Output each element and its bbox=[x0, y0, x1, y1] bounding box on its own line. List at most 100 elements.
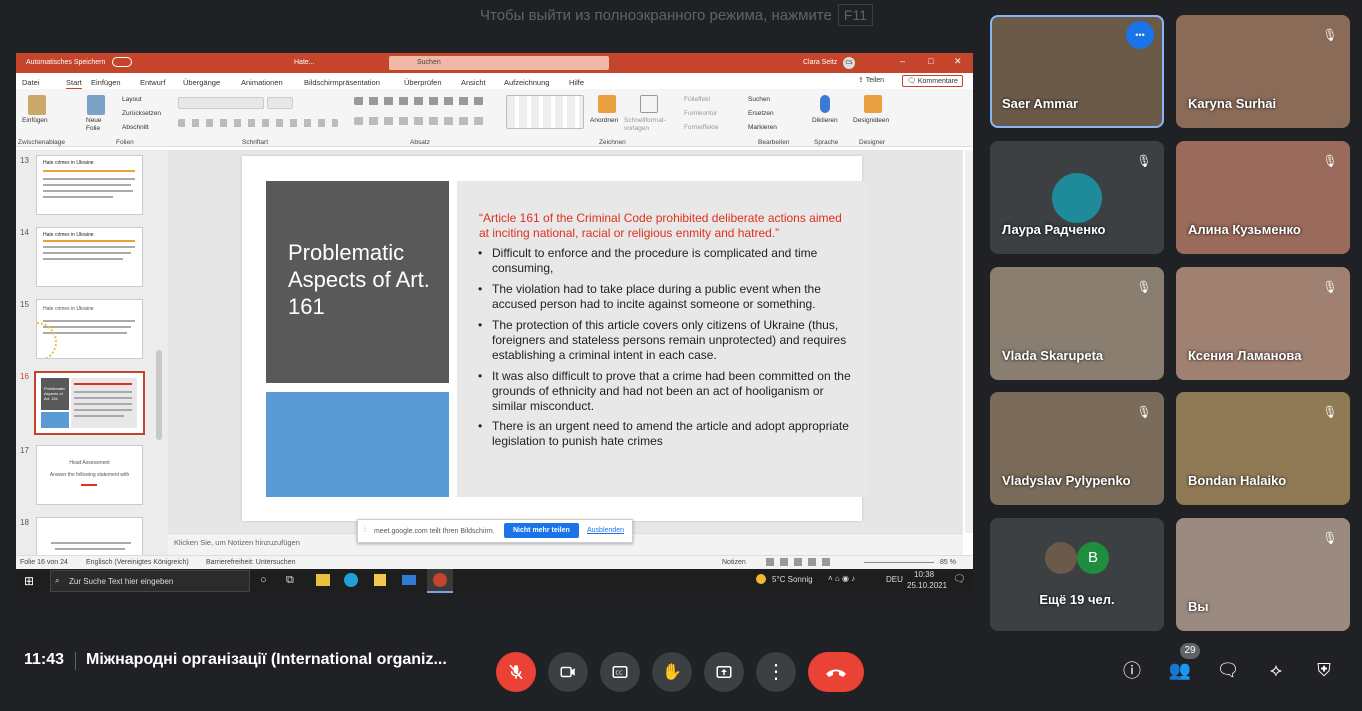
shape-fill-button[interactable]: Fülleffekt bbox=[684, 96, 710, 103]
thumbnail-slide-16[interactable]: Problematic Aspects of Art. 161 bbox=[34, 371, 145, 435]
language-status[interactable]: Englisch (Vereinigtes Königreich) bbox=[86, 559, 189, 566]
layout-button[interactable]: Layout bbox=[122, 96, 142, 103]
microphone-toggle[interactable] bbox=[496, 652, 536, 692]
close-icon[interactable]: ✕ bbox=[954, 56, 962, 67]
select-button[interactable]: Markieren bbox=[748, 124, 777, 131]
reset-button[interactable]: Zurücksetzen bbox=[122, 110, 161, 117]
slide-scrollbar[interactable] bbox=[965, 150, 973, 533]
thumbnail-slide-18[interactable] bbox=[36, 517, 143, 555]
design-ideas-button[interactable]: Designideen bbox=[853, 117, 889, 124]
clock-time[interactable]: 10:38 bbox=[914, 570, 934, 579]
zoom-level[interactable]: 85 % bbox=[940, 559, 956, 566]
meeting-title[interactable]: Міжнародні організації (International or… bbox=[86, 651, 447, 669]
participant-tile[interactable]: Vlada Skarupeta 🎙 bbox=[990, 267, 1164, 380]
more-options-icon[interactable]: ••• bbox=[1126, 21, 1154, 49]
tab-ansicht[interactable]: Ansicht bbox=[461, 78, 486, 87]
leave-call-button[interactable] bbox=[808, 652, 864, 692]
zoom-slider[interactable] bbox=[864, 562, 934, 563]
quick-styles-icon[interactable] bbox=[640, 95, 658, 113]
notifications-icon[interactable]: 🗨 bbox=[953, 574, 966, 585]
tab-entwurf[interactable]: Entwurf bbox=[140, 78, 165, 87]
thumbnail-slide-14[interactable]: Hate crimes in Ukraine bbox=[36, 227, 143, 287]
chat-button[interactable]: 🗨 bbox=[1214, 656, 1242, 684]
new-slide-button[interactable]: Neue Folie bbox=[86, 117, 110, 133]
present-button[interactable] bbox=[704, 652, 744, 692]
participant-tile[interactable]: B Ещё 19 чел. bbox=[990, 518, 1164, 631]
notes-toggle[interactable]: Notizen bbox=[722, 559, 746, 566]
taskbar-search[interactable]: ⌕ Zur Suche Text hier eingeben bbox=[50, 570, 250, 592]
tab-bildschirmpräsentation[interactable]: Bildschirmpräsentation bbox=[304, 78, 380, 87]
font-size-select[interactable] bbox=[267, 97, 293, 109]
participant-tile[interactable]: Vladyslav Pylypenko 🎙 bbox=[990, 392, 1164, 505]
file-explorer-icon[interactable] bbox=[316, 574, 330, 586]
tab-hilfe[interactable]: Hilfe bbox=[569, 78, 584, 87]
arrange-icon[interactable] bbox=[598, 95, 616, 113]
meeting-details-button[interactable]: ⓘ bbox=[1118, 656, 1146, 684]
tab-aufzeichnung[interactable]: Aufzeichnung bbox=[504, 78, 549, 87]
raise-hand-button[interactable]: ✋ bbox=[652, 652, 692, 692]
font-format-icons[interactable] bbox=[178, 119, 338, 127]
task-view-icon[interactable]: ⧉ bbox=[286, 574, 294, 587]
thumbnail-scrollbar[interactable] bbox=[156, 350, 162, 440]
edge-icon[interactable] bbox=[344, 573, 358, 587]
thumbnail-slide-17[interactable]: Head Assessment Answer the following stat… bbox=[36, 445, 143, 505]
weather-text[interactable]: 5°C Sonnig bbox=[772, 575, 813, 584]
shape-outline-button[interactable]: Formkontur bbox=[684, 110, 717, 117]
share-ppt-button[interactable]: ⇪ Teilen bbox=[858, 76, 884, 84]
thumbnail-slide-13[interactable]: Hate crimes in Ukraine bbox=[36, 155, 143, 215]
clock-date[interactable]: 25.10.2021 bbox=[907, 581, 947, 590]
view-buttons[interactable] bbox=[766, 558, 836, 566]
keyboard-language[interactable]: DEU bbox=[886, 575, 903, 584]
tab-animationen[interactable]: Animationen bbox=[241, 78, 283, 87]
activities-button[interactable]: ⟡ bbox=[1262, 656, 1290, 684]
paste-icon[interactable] bbox=[28, 95, 46, 115]
host-controls-button[interactable]: ⛨ bbox=[1310, 656, 1338, 684]
participant-tile[interactable]: Лаура Радченко 🎙 bbox=[990, 141, 1164, 254]
slide-title[interactable]: Problematic Aspects of Art. 161 bbox=[266, 181, 449, 383]
drag-handle-icon[interactable]: ⁞ bbox=[364, 527, 366, 534]
minimize-icon[interactable]: – bbox=[900, 56, 905, 66]
participant-tile[interactable]: Karyna Surhai 🎙 bbox=[1176, 15, 1350, 128]
new-slide-icon[interactable] bbox=[87, 95, 105, 115]
participant-tile[interactable]: Вы 🎙 bbox=[1176, 518, 1350, 631]
replace-button[interactable]: Ersetzen bbox=[748, 110, 774, 117]
tab-übergänge[interactable]: Übergänge bbox=[183, 78, 220, 87]
quick-styles-button[interactable]: Schnellformat-vorlagen bbox=[624, 117, 670, 133]
paragraph-icons[interactable] bbox=[354, 97, 484, 105]
mail-icon[interactable] bbox=[402, 575, 416, 585]
camera-toggle[interactable] bbox=[548, 652, 588, 692]
maximize-icon[interactable]: □ bbox=[928, 56, 933, 66]
windows-start-icon[interactable]: ⊞ bbox=[24, 574, 34, 588]
cortana-icon[interactable]: ○ bbox=[260, 574, 267, 586]
tab-einfügen[interactable]: Einfügen bbox=[91, 78, 121, 87]
participant-tile[interactable]: Ксения Ламанова 🎙 bbox=[1176, 267, 1350, 380]
hide-share-bar-link[interactable]: Ausblenden bbox=[587, 527, 624, 534]
shapes-gallery[interactable] bbox=[506, 95, 584, 129]
participant-tile[interactable]: Bondan Halaiko 🎙 bbox=[1176, 392, 1350, 505]
accessibility-status[interactable]: Barrierefreiheit: Untersuchen bbox=[206, 559, 296, 566]
align-icons[interactable] bbox=[354, 117, 484, 125]
paste-button[interactable]: Einfügen bbox=[22, 117, 48, 124]
tray-icons[interactable]: ˄ ⌂ ◉ ♪ bbox=[828, 574, 855, 583]
search-box[interactable]: Suchen bbox=[389, 56, 609, 70]
captions-toggle[interactable]: CC bbox=[600, 652, 640, 692]
microphone-icon[interactable] bbox=[820, 95, 830, 113]
shape-effects-button[interactable]: Formeffekte bbox=[684, 124, 719, 131]
autosave-toggle[interactable] bbox=[112, 57, 132, 67]
people-button[interactable]: 👥 bbox=[1166, 656, 1194, 684]
comments-button[interactable]: 🗨 Kommentare bbox=[902, 75, 963, 87]
font-family-select[interactable] bbox=[178, 97, 264, 109]
stop-sharing-button[interactable]: Nicht mehr teilen bbox=[504, 523, 579, 538]
tab-datei[interactable]: Datei bbox=[22, 78, 40, 87]
dictate-button[interactable]: Diktieren bbox=[812, 117, 838, 124]
thumbnail-slide-15[interactable]: Hate crimes in Ukraine bbox=[36, 299, 143, 359]
find-button[interactable]: Suchen bbox=[748, 96, 770, 103]
participant-tile[interactable]: Алина Кузьменко 🎙 bbox=[1176, 141, 1350, 254]
arrange-button[interactable]: Anordnen bbox=[590, 117, 618, 124]
designer-icon[interactable] bbox=[864, 95, 882, 113]
store-icon[interactable] bbox=[374, 574, 386, 586]
tab-überprüfen[interactable]: Überprüfen bbox=[404, 78, 442, 87]
more-options-button[interactable]: ⋮ bbox=[756, 652, 796, 692]
participant-tile[interactable]: Saer Ammar ••• bbox=[990, 15, 1164, 128]
section-button[interactable]: Abschnitt bbox=[122, 124, 149, 131]
